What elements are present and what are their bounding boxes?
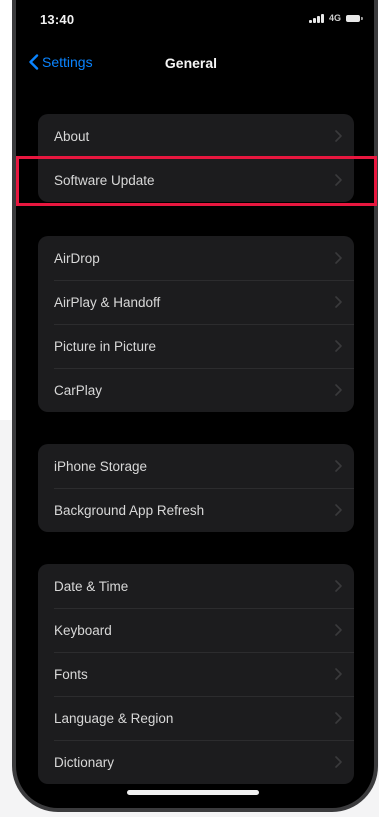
row-software-update[interactable]: Software Update	[38, 158, 354, 202]
row-label: Keyboard	[54, 622, 112, 638]
row-keyboard[interactable]: Keyboard	[38, 608, 354, 652]
row-label: Fonts	[54, 666, 88, 682]
row-airplay-handoff[interactable]: AirPlay & Handoff	[38, 280, 354, 324]
row-iphone-storage[interactable]: iPhone Storage	[38, 444, 354, 488]
row-about[interactable]: About	[38, 114, 354, 158]
chevron-right-icon	[335, 340, 342, 352]
row-language-region[interactable]: Language & Region	[38, 696, 354, 740]
chevron-right-icon	[335, 130, 342, 142]
page-title: General	[164, 55, 218, 71]
chevron-right-icon	[335, 624, 342, 636]
chevron-right-icon	[335, 712, 342, 724]
status-indicators: 4G	[309, 13, 363, 23]
chevron-right-icon	[335, 252, 342, 264]
row-label: About	[54, 128, 90, 144]
row-label: iPhone Storage	[54, 458, 148, 474]
network-label: 4G	[328, 13, 341, 23]
status-time: 13:40	[40, 12, 75, 27]
row-label: Date & Time	[54, 578, 129, 594]
settings-group-3: iPhone Storage Background App Refresh	[38, 444, 354, 532]
navigation-bar: Settings General	[16, 46, 374, 86]
settings-group-2: AirDrop AirPlay & Handoff Picture in Pic…	[38, 236, 354, 412]
settings-group-1: About Software Update	[38, 114, 354, 202]
row-label: AirPlay & Handoff	[54, 294, 161, 310]
phone-screen: 13:40 4G Settings General About Software…	[12, 0, 378, 812]
row-label: Background App Refresh	[54, 502, 205, 518]
chevron-right-icon	[335, 296, 342, 308]
row-label: CarPlay	[54, 382, 103, 398]
settings-group-4: Date & Time Keyboard Fonts Language & Re…	[38, 564, 354, 784]
status-bar: 13:40 4G	[16, 0, 374, 36]
home-indicator[interactable]	[127, 790, 259, 795]
row-picture-in-picture[interactable]: Picture in Picture	[38, 324, 354, 368]
row-carplay[interactable]: CarPlay	[38, 368, 354, 412]
chevron-right-icon	[335, 580, 342, 592]
row-label: Dictionary	[54, 754, 115, 770]
row-label: Picture in Picture	[54, 338, 157, 354]
row-airdrop[interactable]: AirDrop	[38, 236, 354, 280]
battery-icon	[346, 14, 363, 22]
row-dictionary[interactable]: Dictionary	[38, 740, 354, 784]
row-label: Software Update	[54, 172, 155, 188]
row-background-app-refresh[interactable]: Background App Refresh	[38, 488, 354, 532]
chevron-right-icon	[335, 174, 342, 186]
row-label: AirDrop	[54, 250, 100, 266]
row-fonts[interactable]: Fonts	[38, 652, 354, 696]
chevron-right-icon	[335, 504, 342, 516]
row-label: Language & Region	[54, 710, 174, 726]
signal-icon	[309, 13, 324, 23]
chevron-right-icon	[335, 460, 342, 472]
chevron-right-icon	[335, 668, 342, 680]
chevron-right-icon	[335, 756, 342, 768]
chevron-right-icon	[335, 384, 342, 396]
row-date-time[interactable]: Date & Time	[38, 564, 354, 608]
